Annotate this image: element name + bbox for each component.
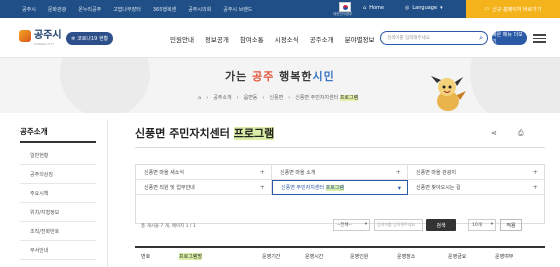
logo-text: 공주시: [34, 30, 62, 41]
column-header: 운영인원: [350, 254, 369, 260]
home-label: Home: [369, 5, 384, 11]
column-header: 번호: [141, 254, 151, 260]
taegeuk-flag-icon[interactable]: [339, 2, 351, 12]
column-header: 운영장소: [397, 254, 416, 260]
left-nav-item[interactable]: 일반현황: [20, 146, 96, 165]
chevron-down-icon: ▾: [490, 222, 493, 227]
logo-icon: [19, 30, 31, 42]
breadcrumb-item[interactable]: 공주소개: [213, 94, 231, 101]
filter-search-input[interactable]: 검색어를 입력해주세요: [374, 219, 423, 231]
left-nav-item[interactable]: 공주의상징: [20, 165, 96, 184]
search-placeholder: 검색어를 입력해주세요: [387, 36, 430, 41]
gov-label: 대한민국정부: [333, 12, 353, 16]
menu-item-fields[interactable]: 분야별정보: [345, 34, 375, 44]
left-nav-title: 공주소개: [20, 127, 48, 136]
column-header: 프로그램명: [179, 253, 203, 260]
tab-village-intro[interactable]: 신풍면 마을 소개 +: [272, 165, 408, 180]
plus-icon: +: [259, 168, 265, 176]
globe-icon: ◎: [405, 5, 410, 11]
breadcrumb-item[interactable]: 읍면동: [244, 94, 258, 101]
table-header: 번호 프로그램명 운영기간 운영시간 운영인원 운영장소 운영금요 운영여부: [135, 246, 545, 262]
left-nav-item[interactable]: 조직/전화번호: [20, 222, 96, 241]
tab-staff-guide[interactable]: 신풍면 직원 및 업무안내 +: [136, 180, 272, 195]
family-link[interactable]: 온누리공주: [78, 6, 101, 13]
chevron-down-icon: ▾: [364, 222, 367, 227]
column-header: 운영시간: [305, 254, 324, 260]
tab-directions[interactable]: 신풍면 찾아오시는 길 +: [408, 180, 544, 195]
family-link[interactable]: 공주시 브랜드: [223, 6, 252, 13]
divider: [107, 120, 108, 267]
plus-icon: +: [259, 183, 265, 191]
city-mascot-image: [431, 76, 466, 111]
page-size-select[interactable]: 10개 ▾: [468, 219, 496, 231]
chevron-down-icon: ▾: [440, 5, 443, 11]
tab-village-news[interactable]: 신풍면 마을 새소식 +: [136, 165, 272, 180]
family-link[interactable]: 공주시의회: [188, 6, 211, 13]
covid-status-button[interactable]: ✲ 코로나19 현황: [66, 32, 114, 45]
family-link[interactable]: 365행복센: [153, 6, 176, 13]
left-nav-item[interactable]: 위치/지형정보: [20, 203, 96, 222]
quick-menu-button[interactable]: 빠른 메뉴 더보기: [492, 31, 527, 45]
column-header: 운영금요: [448, 254, 467, 260]
menu-item-civil[interactable]: 민원안내: [170, 34, 194, 44]
column-header: 운영기간: [262, 254, 281, 260]
city-slogan: 가는 공주 행복한시민: [225, 70, 335, 83]
covid-label: 코로나19 현황: [77, 36, 109, 42]
total-count: 총 게시물 7 개, 페이지 1 / 1: [141, 224, 196, 229]
background-pattern: [60, 58, 150, 113]
divider: [20, 141, 96, 143]
language-label: Language: [412, 5, 438, 11]
main-menu: 민원안내 정보공개 참여소통 시정소식 공주소개 분야별정보: [170, 34, 375, 44]
home-link[interactable]: ⌂ Home: [363, 5, 384, 11]
caret-down-icon: ▾: [397, 184, 401, 192]
sub-visual-banner: 가는 공주 행복한시민 ⌂ › 공주소개 › 읍면동 › 신풍면 › 신풍면 주…: [0, 58, 560, 113]
new-site-label: 신규 홈페이지 바로가기: [492, 6, 542, 13]
monitor-icon: ▭: [484, 6, 490, 12]
family-site-links: 공주시 문화관광 온누리공주 고맙나무장터 365행복센 공주시의회 공주시 브…: [22, 6, 252, 13]
hamburger-menu-icon[interactable]: [533, 32, 546, 44]
breadcrumb: ⌂ › 공주소개 › 읍면동 › 신풍면 › 신풍면 주민자치센터 프로그램: [198, 94, 359, 101]
column-header: 운영여부: [495, 254, 514, 260]
menu-item-news[interactable]: 시정소식: [275, 34, 299, 44]
page-title: 신풍면 주민자치센터 프로그램: [135, 127, 275, 140]
new-site-button[interactable]: ▭ 신규 홈페이지 바로가기: [466, 0, 560, 18]
plus-icon: +: [395, 168, 401, 176]
left-nav-list: 일반현황 공주의상징 주요시책 위치/지형정보 조직/전화번호 부서안내: [20, 146, 96, 260]
family-link[interactable]: 문화관광: [48, 6, 66, 13]
left-nav-item[interactable]: 주요시책: [20, 184, 96, 203]
share-icon[interactable]: ⋖: [491, 129, 497, 137]
menu-item-about[interactable]: 공주소개: [310, 34, 334, 44]
sub-tabs: 신풍면 마을 새소식 + 신풍면 마을 소개 + 신풍면 마을 관광지 + 신풍면 직…: [135, 164, 545, 224]
apply-button[interactable]: 적용: [500, 219, 522, 231]
search-button[interactable]: 검색: [426, 219, 456, 231]
menu-item-info[interactable]: 정보공개: [205, 34, 229, 44]
top-utility-bar: 공주시 문화관광 온누리공주 고맙나무장터 365행복센 공주시의회 공주시 브…: [0, 0, 560, 18]
plus-icon: +: [532, 168, 538, 176]
divider: [135, 147, 545, 148]
filter-select[interactable]: --전체-- ▾: [333, 219, 370, 231]
family-link[interactable]: 고맙나무장터: [113, 6, 141, 13]
tab-village-tour[interactable]: 신풍면 마을 관광지 +: [408, 165, 544, 180]
menu-item-participation[interactable]: 참여소통: [240, 34, 264, 44]
site-logo[interactable]: 공주시 GONGJU CITY: [19, 30, 62, 46]
left-nav-item[interactable]: 부서안내: [20, 241, 96, 260]
breadcrumb-item[interactable]: 신풍면: [269, 94, 283, 101]
logo-subtext: GONGJU CITY: [34, 42, 54, 46]
language-selector[interactable]: ◎ Language ▾: [405, 5, 443, 11]
virus-icon: ✲: [71, 35, 76, 42]
search-icon[interactable]: ⌕: [479, 34, 483, 43]
plus-icon: +: [532, 183, 538, 191]
site-search-input[interactable]: 검색어를 입력해주세요 ⌕: [380, 31, 488, 45]
breadcrumb-home-icon[interactable]: ⌂: [198, 95, 201, 101]
left-nav: 공주소개 일반현황 공주의상징 주요시책 위치/지형정보 조직/전화번호 부서안…: [0, 113, 110, 267]
home-icon: ⌂: [363, 5, 367, 11]
print-icon[interactable]: ⎙: [518, 129, 524, 138]
tab-center-program[interactable]: 신풍면 주민자치센터 프로그램 ▾: [272, 180, 408, 195]
breadcrumb-current: 신풍면 주민자치센터 프로그램: [295, 95, 359, 101]
background-pattern: [470, 58, 560, 113]
global-nav: 공주시 GONGJU CITY ✲ 코로나19 현황 민원안내 정보공개 참여소…: [0, 18, 560, 58]
family-link[interactable]: 공주시: [22, 6, 36, 13]
